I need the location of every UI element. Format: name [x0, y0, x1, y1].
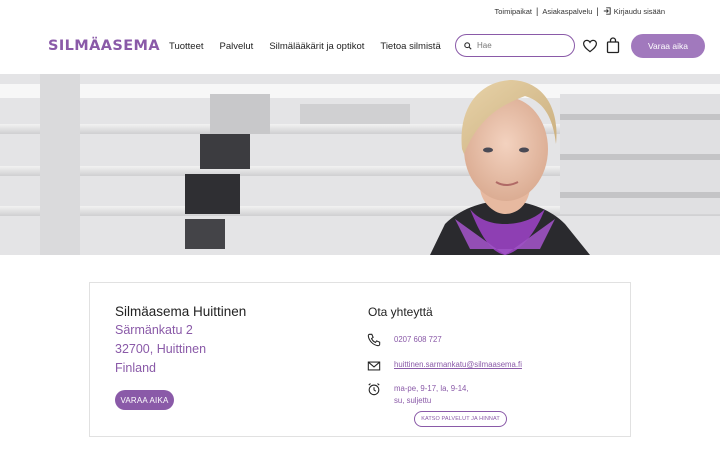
hero-illustration — [0, 74, 720, 255]
separator: | — [596, 6, 599, 16]
alarm-clock-icon — [368, 383, 380, 396]
services-prices-button[interactable]: KATSO PALVELUT JA HINNAT — [414, 411, 507, 427]
nav-item-products[interactable]: Tuotteet — [169, 41, 204, 52]
main-nav: Tuotteet Palvelut Silmälääkärit ja optik… — [169, 41, 441, 52]
contact-title: Ota yhteyttä — [368, 305, 433, 319]
store-country: Finland — [115, 361, 156, 375]
search-box[interactable] — [455, 34, 575, 57]
store-card: Silmäasema Huittinen Särmänkatu 2 32700,… — [89, 282, 631, 437]
nav-item-services[interactable]: Palvelut — [220, 41, 254, 52]
book-appointment-button[interactable]: Varaa aika — [631, 34, 705, 58]
search-icon — [464, 41, 472, 50]
phone-link[interactable]: 0207 608 727 — [394, 335, 442, 344]
hero-image — [0, 74, 720, 255]
phone-icon — [367, 333, 381, 347]
separator: | — [536, 6, 539, 16]
utility-bar: Toimipaikat | Asiakaspalvelu | Kirjaudu … — [494, 6, 665, 16]
email-link[interactable]: huittinen.sarmankatu@silmaasema.fi — [394, 360, 522, 369]
heart-icon[interactable] — [582, 38, 598, 54]
store-name: Silmäasema Huittinen — [115, 304, 247, 319]
brand-logo[interactable]: SILMÄASEMA — [48, 38, 160, 54]
opening-hours-sunday: su, suljettu — [394, 396, 432, 405]
nav-item-eye-info[interactable]: Tietoa silmistä — [380, 41, 440, 52]
main-header: SILMÄASEMA Tuotteet Palvelut Silmälääkär… — [0, 28, 720, 64]
login-link[interactable]: Kirjaudu sisään — [603, 7, 665, 16]
login-label: Kirjaudu sisään — [613, 6, 665, 16]
mail-icon — [367, 361, 381, 371]
book-appointment-card-button[interactable]: VARAA AIKA — [115, 390, 174, 410]
login-icon — [603, 7, 611, 15]
customer-service-link[interactable]: Asiakaspalvelu — [542, 7, 592, 16]
locations-link[interactable]: Toimipaikat — [494, 7, 532, 16]
shopping-bag-icon[interactable] — [606, 37, 620, 54]
store-street: Särmänkatu 2 — [115, 323, 193, 337]
search-input[interactable] — [477, 41, 567, 50]
opening-hours-weekdays: ma-pe, 9-17, la, 9-14, — [394, 384, 469, 393]
store-city: 32700, Huittinen — [115, 342, 207, 356]
nav-item-opticians[interactable]: Silmälääkärit ja optikot — [269, 41, 364, 52]
